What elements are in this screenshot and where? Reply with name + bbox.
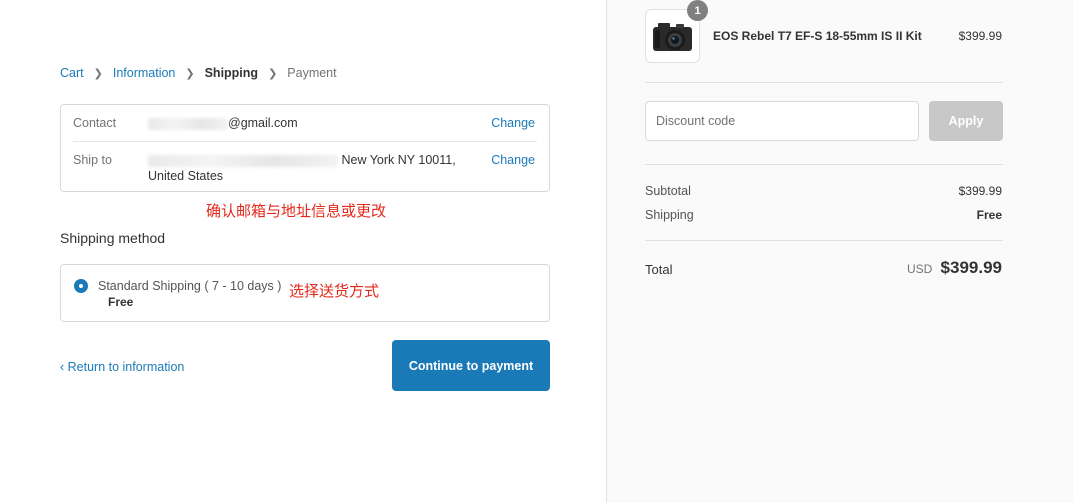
shipping-value: Free bbox=[976, 208, 1002, 222]
redacted-email bbox=[148, 117, 228, 130]
radio-selected-icon[interactable] bbox=[74, 279, 88, 293]
total-value: $399.99 bbox=[940, 258, 1002, 277]
subtotal-label: Subtotal bbox=[645, 184, 691, 198]
breadcrumb-shipping: Shipping bbox=[204, 66, 259, 80]
currency-code: USD bbox=[907, 262, 933, 276]
summary-divider bbox=[645, 240, 1003, 241]
breadcrumb: Cart ❯ Information ❯ Shipping ❯ Payment bbox=[60, 66, 337, 80]
confirm-annotation: 确认邮箱与地址信息或更改 bbox=[206, 202, 387, 220]
chevron-right-icon: ❯ bbox=[93, 67, 103, 80]
contact-value: @gmail.com bbox=[148, 116, 298, 130]
contact-label: Contact bbox=[73, 116, 117, 130]
breadcrumb-cart[interactable]: Cart bbox=[60, 66, 84, 80]
product-price: $399.99 bbox=[958, 29, 1002, 43]
subtotal-value: $399.99 bbox=[958, 184, 1002, 198]
chevron-right-icon: ❯ bbox=[268, 67, 278, 80]
order-summary: 1 EOS Rebel T7 EF-S 18-55mm IS II Kit $3… bbox=[606, 0, 1073, 503]
quantity-badge: 1 bbox=[687, 0, 708, 21]
return-to-information-link[interactable]: ‹ Return to information bbox=[60, 360, 184, 374]
redacted-address bbox=[148, 154, 338, 167]
ship-to-value: New York NY 10011, United States bbox=[148, 153, 456, 183]
summary-divider bbox=[645, 82, 1003, 83]
summary-divider bbox=[645, 164, 1003, 165]
change-contact-link[interactable]: Change bbox=[491, 116, 535, 130]
discount-code-input[interactable] bbox=[645, 101, 919, 141]
ship-to-country: United States bbox=[148, 169, 224, 183]
review-divider bbox=[73, 141, 537, 142]
shipping-label: Shipping bbox=[645, 208, 694, 222]
shipping-method-title: Shipping method bbox=[60, 230, 166, 246]
ship-to-label: Ship to bbox=[73, 153, 112, 167]
product-name: EOS Rebel T7 EF-S 18-55mm IS II Kit bbox=[713, 29, 922, 43]
ship-to-city: New York NY 10011, bbox=[341, 153, 456, 167]
contact-email-domain: @gmail.com bbox=[228, 116, 298, 130]
choose-annotation: 选择送货方式 bbox=[289, 282, 380, 300]
shipping-option-price: Free bbox=[108, 295, 134, 309]
continue-to-payment-button[interactable]: Continue to payment bbox=[392, 340, 550, 391]
apply-discount-button[interactable]: Apply bbox=[929, 101, 1003, 141]
total-label: Total bbox=[645, 262, 673, 277]
breadcrumb-information[interactable]: Information bbox=[113, 66, 176, 80]
shipping-option-name: Standard Shipping ( 7 - 10 days ) bbox=[98, 279, 282, 293]
breadcrumb-payment: Payment bbox=[287, 66, 337, 80]
chevron-right-icon: ❯ bbox=[185, 67, 195, 80]
change-address-link[interactable]: Change bbox=[491, 153, 535, 167]
main-content: Cart ❯ Information ❯ Shipping ❯ Payment … bbox=[0, 0, 606, 503]
review-box: Contact @gmail.com Change Ship to New Yo… bbox=[60, 104, 550, 192]
